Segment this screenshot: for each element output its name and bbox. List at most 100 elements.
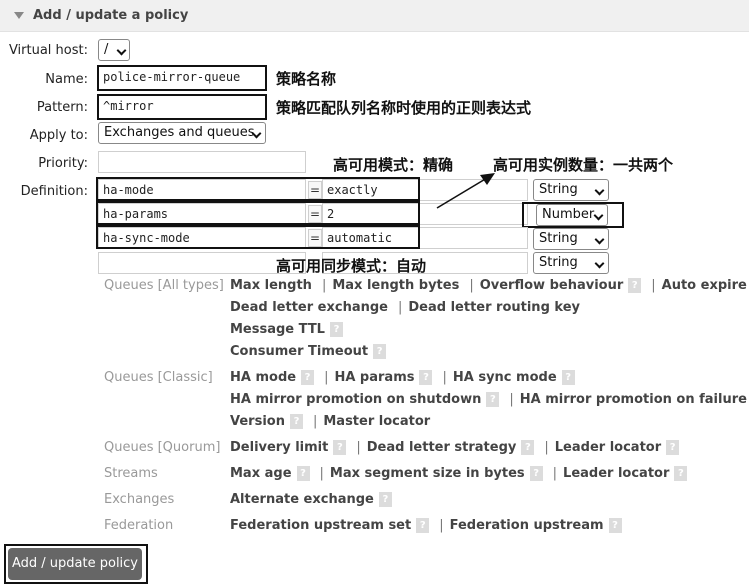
help-icon[interactable]: ? bbox=[416, 518, 430, 533]
collapse-triangle-icon[interactable] bbox=[14, 12, 24, 19]
separator: | bbox=[324, 370, 329, 385]
type-value: String bbox=[539, 255, 578, 270]
help-icon[interactable]: ? bbox=[419, 370, 433, 385]
policy-key-link[interactable]: Auto expire bbox=[662, 278, 747, 293]
help-icon[interactable]: ? bbox=[561, 370, 575, 385]
key-line: HA mirror promotion on shutdown? | HA mirr… bbox=[230, 392, 749, 407]
separator: | bbox=[651, 278, 656, 293]
separator: | bbox=[356, 440, 361, 455]
highlight-box bbox=[522, 202, 624, 228]
highlight-box bbox=[96, 225, 420, 249]
definition-type-select[interactable]: String bbox=[533, 228, 609, 250]
policy-key-link[interactable]: Dead letter routing key bbox=[408, 300, 580, 315]
policy-key-link[interactable]: Leader locator bbox=[563, 466, 669, 481]
highlight-box bbox=[96, 177, 420, 201]
policy-key-link[interactable]: HA mode bbox=[230, 370, 296, 385]
help-icon[interactable]: ? bbox=[674, 466, 688, 481]
key-line: Max age? | Max segment size in bytes? | Lead… bbox=[230, 466, 693, 481]
help-icon[interactable]: ? bbox=[329, 322, 343, 337]
help-icon[interactable]: ? bbox=[521, 440, 535, 455]
count-annotation: 高可用实例数量：一共两个 bbox=[493, 156, 674, 174]
help-icon[interactable]: ? bbox=[486, 392, 500, 407]
policy-key-link[interactable]: Message TTL bbox=[230, 322, 325, 337]
policy-key-link[interactable]: Federation upstream set bbox=[230, 518, 411, 533]
help-icon[interactable]: ? bbox=[608, 518, 622, 533]
policy-key-link[interactable]: Max age bbox=[230, 466, 292, 481]
key-line: Delivery limit? | Dead letter strategy? | Le… bbox=[230, 440, 685, 455]
policy-key-link[interactable]: HA sync mode bbox=[453, 370, 557, 385]
separator: | bbox=[442, 370, 447, 385]
policy-key-link[interactable]: Max length bytes bbox=[332, 278, 459, 293]
separator: | bbox=[319, 466, 324, 481]
help-icon[interactable]: ? bbox=[333, 440, 347, 455]
policy-key-link[interactable]: Master locator bbox=[323, 414, 430, 429]
help-icon[interactable]: ? bbox=[666, 440, 680, 455]
policy-key-link[interactable]: Max length bbox=[230, 278, 312, 293]
name-annotation: 策略名称 bbox=[276, 70, 337, 88]
category-label: Queues [Classic] bbox=[104, 370, 213, 385]
key-line: Consumer Timeout? bbox=[230, 344, 392, 359]
policy-key-link[interactable]: Dead letter strategy bbox=[367, 440, 517, 455]
category-label: Queues [All types] bbox=[104, 278, 224, 293]
definition-type-select[interactable]: String bbox=[533, 179, 609, 201]
chevron-down-icon bbox=[594, 258, 605, 269]
chevron-down-icon bbox=[594, 185, 605, 196]
separator: | bbox=[397, 300, 403, 315]
help-icon[interactable]: ? bbox=[378, 492, 392, 507]
policy-key-link[interactable]: Dead letter exchange bbox=[230, 300, 388, 315]
highlight-box bbox=[96, 201, 420, 225]
policy-key-link[interactable]: HA params bbox=[334, 370, 414, 385]
definition-key-input[interactable] bbox=[98, 252, 306, 274]
help-icon[interactable]: ? bbox=[296, 466, 310, 481]
type-value: String bbox=[539, 231, 578, 246]
separator: | bbox=[544, 440, 549, 455]
help-icon[interactable]: ? bbox=[373, 344, 387, 359]
section-title: Add / update a policy bbox=[33, 8, 189, 23]
definition-label: Definition: bbox=[20, 184, 88, 199]
virtual-host-label: Virtual host: bbox=[8, 43, 88, 58]
apply-to-value: Exchanges and queues bbox=[104, 125, 255, 140]
pattern-input[interactable]: ^mirror bbox=[97, 94, 267, 120]
add-update-policy-button[interactable]: Add / update policy bbox=[8, 548, 142, 580]
separator: | bbox=[552, 466, 558, 481]
policy-key-link[interactable]: Overflow behaviour bbox=[480, 278, 624, 293]
help-icon[interactable]: ? bbox=[289, 414, 303, 429]
policy-key-link[interactable]: Federation upstream bbox=[450, 518, 604, 533]
key-line: Alternate exchange? bbox=[230, 492, 398, 507]
category-label: Streams bbox=[104, 466, 158, 481]
policy-key-link[interactable]: Delivery limit bbox=[230, 440, 328, 455]
policy-key-link[interactable]: HA mirror promotion on shutdown bbox=[230, 392, 481, 407]
mode-annotation: 高可用模式：精确 bbox=[333, 156, 454, 174]
chevron-down-icon bbox=[116, 45, 127, 56]
name-label: Name: bbox=[45, 72, 88, 87]
policy-key-link[interactable]: Alternate exchange bbox=[230, 492, 374, 507]
name-input[interactable]: police-mirror-queue bbox=[97, 65, 267, 91]
separator: | bbox=[439, 518, 444, 533]
policy-key-link[interactable]: Max segment size in bytes bbox=[330, 466, 525, 481]
key-line: Max length | Max length bytes | Overflow beh… bbox=[230, 278, 747, 293]
separator: | bbox=[509, 392, 514, 407]
pattern-label: Pattern: bbox=[36, 100, 88, 115]
chevron-down-icon bbox=[594, 234, 605, 245]
separator: | bbox=[321, 278, 327, 293]
category-label: Queues [Quorum] bbox=[104, 440, 221, 455]
policy-key-link[interactable]: Version bbox=[230, 414, 285, 429]
help-icon[interactable]: ? bbox=[628, 278, 642, 293]
sync-annotation: 高可用同步模式：自动 bbox=[276, 257, 427, 275]
help-icon[interactable]: ? bbox=[529, 466, 543, 481]
priority-input[interactable] bbox=[98, 151, 306, 173]
policy-key-link[interactable]: Leader locator bbox=[555, 440, 661, 455]
apply-to-label: Apply to: bbox=[29, 128, 88, 143]
policy-key-link[interactable]: Consumer Timeout bbox=[230, 344, 368, 359]
virtual-host-select[interactable]: / bbox=[98, 39, 130, 61]
type-value: String bbox=[539, 182, 578, 197]
help-icon[interactable]: ? bbox=[301, 370, 315, 385]
key-line: Version? | Master locator bbox=[230, 414, 430, 429]
category-label: Exchanges bbox=[104, 492, 175, 507]
policy-key-link[interactable]: HA mirror promotion on failure bbox=[520, 392, 747, 407]
definition-type-select[interactable]: String bbox=[533, 252, 609, 274]
separator: | bbox=[312, 414, 318, 429]
key-line: Federation upstream set? | Federation upst… bbox=[230, 518, 628, 533]
section-header[interactable]: Add / update a policy bbox=[0, 0, 749, 32]
apply-to-select[interactable]: Exchanges and queues bbox=[98, 122, 266, 144]
